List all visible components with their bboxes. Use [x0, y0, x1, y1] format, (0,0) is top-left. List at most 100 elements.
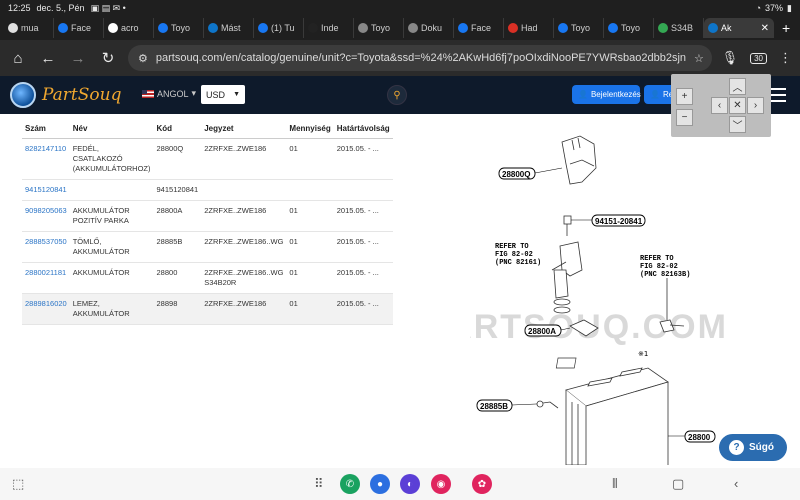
- table-row[interactable]: 2880021181 AKKUMULÁTOR 28800 2ZRFXE..ZWE…: [22, 262, 393, 294]
- browser-app-icon[interactable]: ◐: [400, 474, 420, 494]
- bolt-drawing: [563, 215, 572, 236]
- zoom-in-button[interactable]: +: [676, 88, 693, 105]
- browser-tab[interactable]: Toyo: [604, 18, 654, 38]
- more-menu-icon[interactable]: ⋮: [779, 50, 792, 66]
- browser-tab[interactable]: Toyo: [354, 18, 404, 38]
- pan-down-button[interactable]: ﹀: [729, 116, 746, 133]
- callout-28885B[interactable]: 28885B: [480, 402, 508, 411]
- browser-tab[interactable]: Inde: [304, 18, 354, 38]
- table-row[interactable]: 9098205063 AKKUMULÁTOR POZITÍV PARKA 288…: [22, 200, 393, 232]
- help-button[interactable]: ? Súgó: [719, 434, 787, 461]
- tab-favicon-icon: [358, 23, 368, 33]
- tab-label: Had: [521, 23, 538, 33]
- browser-tab[interactable]: Toyo: [554, 18, 604, 38]
- status-date: dec. 5., Pén: [36, 3, 85, 13]
- parts-diagram[interactable]: PARTSOUQ.COM 28800Q 94151-20841 REFER TO…: [470, 120, 795, 465]
- back-button[interactable]: ‹: [734, 476, 738, 491]
- table-row[interactable]: 2889816020 LEMEZ, AKKUMULÁTOR 28898 2ZRF…: [22, 293, 393, 325]
- table-row[interactable]: 8282147110 FEDÉL, CSATLAKOZÓ (AKKUMULÁTO…: [22, 138, 393, 180]
- part-name: AKKUMULÁTOR POZITÍV PARKA: [69, 200, 154, 232]
- diagram-zoom-panel: + − ︿ ‹ ✕ › ﹀: [671, 74, 771, 137]
- address-bar[interactable]: ⚙ partsouq.com/en/catalog/genuine/unit?c…: [128, 45, 712, 71]
- part-number-link[interactable]: 2889816020: [22, 293, 70, 325]
- callout-28800A[interactable]: 28800A: [528, 327, 556, 336]
- site-info-icon[interactable]: ⚙: [138, 52, 148, 65]
- forward-icon[interactable]: →: [68, 50, 88, 67]
- part-number-link[interactable]: 2880021181: [22, 262, 70, 294]
- login-button[interactable]: 👤 Bejelentkezés: [572, 85, 641, 104]
- brand-logo[interactable]: PartSouq: [10, 82, 121, 108]
- browser-tab[interactable]: mua: [4, 18, 54, 38]
- app-drawer-icon[interactable]: ⠿: [314, 476, 324, 492]
- refer-left-line1: REFER TO: [495, 243, 529, 251]
- part-number-link[interactable]: 8282147110: [22, 138, 70, 180]
- refer-right-line1: REFER TO: [640, 255, 674, 263]
- refer-left-line2: FIG 82-02: [495, 251, 533, 259]
- browser-tab[interactable]: (1) Tu: [254, 18, 304, 38]
- close-tab-icon[interactable]: ✕: [761, 23, 769, 34]
- callout-28800Q[interactable]: 28800Q: [502, 170, 530, 179]
- part-number-link[interactable]: 9415120841: [22, 179, 70, 201]
- part-range: 2015.05. - ...: [333, 231, 393, 263]
- recents-button[interactable]: ⦀: [612, 476, 618, 492]
- tab-switcher-button[interactable]: 30: [750, 52, 767, 64]
- browser-tab[interactable]: Toyo: [154, 18, 204, 38]
- pan-left-button[interactable]: ‹: [711, 97, 728, 114]
- pan-right-button[interactable]: ›: [747, 97, 764, 114]
- search-button[interactable]: ⚲: [387, 85, 407, 105]
- screenshot-edit-icon[interactable]: ⬚: [12, 476, 24, 492]
- part-note: 2ZRFXE..ZWE186..WG S34B20R: [201, 262, 287, 294]
- gallery-app-icon[interactable]: ✿: [472, 474, 492, 494]
- browser-tab[interactable]: Face: [54, 18, 104, 38]
- tab-label: Doku: [421, 23, 443, 33]
- zoom-out-button[interactable]: −: [676, 109, 693, 126]
- reload-icon[interactable]: ↻: [98, 49, 118, 67]
- callout-28800[interactable]: 28800: [688, 433, 711, 442]
- tab-label: Toyo: [171, 23, 191, 33]
- tab-favicon-icon: [408, 23, 418, 33]
- phone-app-icon[interactable]: ✆: [340, 474, 360, 494]
- reset-view-button[interactable]: ✕: [729, 97, 746, 114]
- browser-tab[interactable]: Mást: [204, 18, 254, 38]
- browser-tab[interactable]: Doku: [404, 18, 454, 38]
- camera-app-icon[interactable]: ◉: [431, 474, 451, 494]
- currency-select[interactable]: USD ▼: [201, 85, 245, 104]
- part-qty: 01: [286, 262, 334, 294]
- part-number-link[interactable]: 9098205063: [22, 200, 70, 232]
- messages-app-icon[interactable]: ●: [370, 474, 390, 494]
- header-quantity: Mennyiség: [286, 120, 334, 139]
- wifi-icon: ◔: [755, 3, 762, 13]
- browser-tab[interactable]: Face: [454, 18, 504, 38]
- microphone-icon[interactable]: 🎙: [722, 50, 739, 66]
- browser-tab[interactable]: S34B: [654, 18, 704, 38]
- battery-icon: ▮: [787, 2, 792, 13]
- home-icon[interactable]: ⌂: [8, 50, 28, 67]
- tab-label: Mást: [221, 23, 241, 33]
- browser-tab[interactable]: acro: [104, 18, 154, 38]
- browser-tab[interactable]: Had: [504, 18, 554, 38]
- login-label: Bejelentkezés: [590, 90, 641, 99]
- tab-favicon-icon: [658, 23, 668, 33]
- callout-94151-20841[interactable]: 94151-20841: [595, 217, 643, 226]
- language-selector[interactable]: ANGOL ▾: [142, 88, 196, 99]
- new-tab-icon[interactable]: +: [782, 20, 790, 36]
- table-row[interactable]: 2888537050 TÖMLŐ, AKKUMULÁTOR 28885B 2ZR…: [22, 231, 393, 263]
- refer-right-line3: (PNC 82163B): [640, 271, 690, 279]
- part-number-link[interactable]: 2888537050: [22, 231, 70, 263]
- table-header-row: Szám Név Kód Jegyzet Mennyiség Határtávo…: [22, 120, 393, 139]
- tab-favicon-icon: [608, 23, 618, 33]
- bookmark-star-icon[interactable]: ☆: [694, 52, 704, 65]
- table-row[interactable]: 9415120841 9415120841: [22, 179, 393, 201]
- part-name: FEDÉL, CSATLAKOZÓ (AKKUMULÁTORHOZ): [69, 138, 154, 180]
- back-icon[interactable]: ←: [38, 50, 58, 67]
- catalog-content: Szám Név Kód Jegyzet Mennyiség Határtávo…: [0, 74, 800, 465]
- part-note: [201, 179, 287, 201]
- user-plus-icon: 👤: [650, 90, 660, 99]
- part-code: 9415120841: [153, 179, 202, 201]
- home-button[interactable]: ▢: [672, 476, 684, 492]
- part-code: 28800A: [153, 200, 202, 232]
- tab-label: Ak: [721, 23, 732, 33]
- tab-favicon-icon: [58, 23, 68, 33]
- pan-up-button[interactable]: ︿: [729, 78, 746, 95]
- browser-tab[interactable]: Ak ✕: [704, 18, 774, 38]
